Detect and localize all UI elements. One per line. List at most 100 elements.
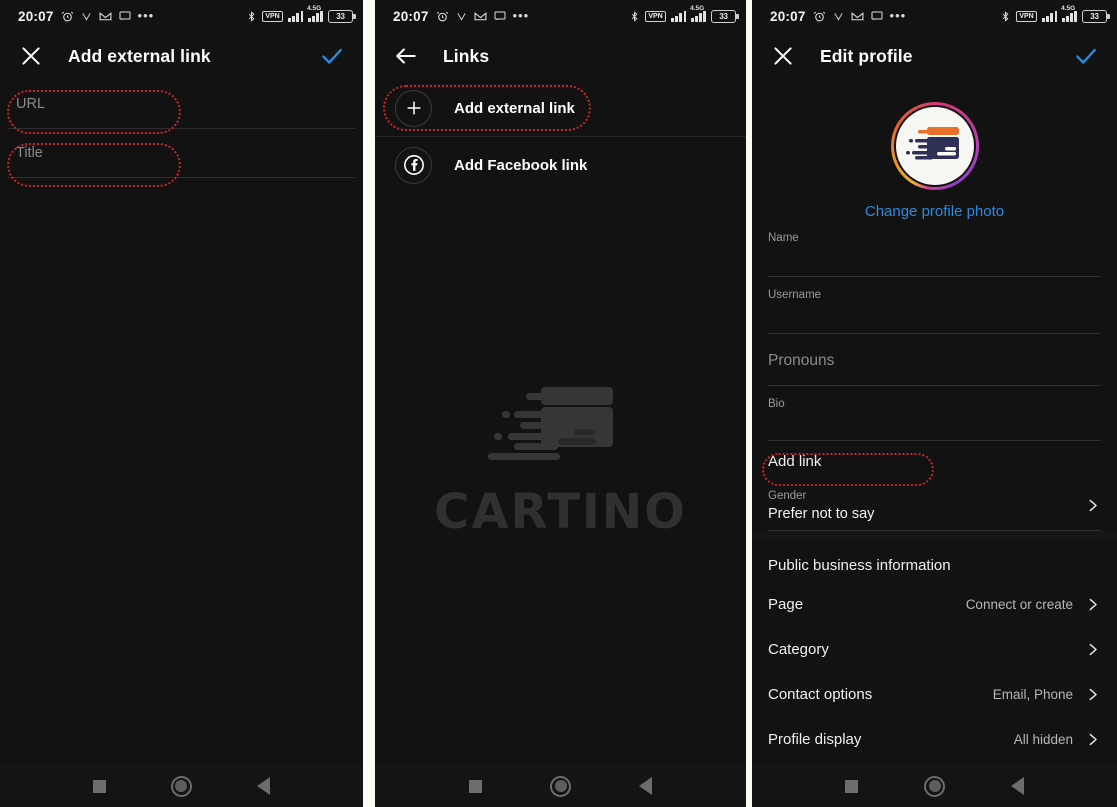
cartino-logo-icon <box>487 387 613 460</box>
gender-row-value: Prefer not to say <box>768 505 875 522</box>
name-field-value <box>768 246 1101 266</box>
title-field[interactable]: Title <box>8 129 355 178</box>
signal-bars-icon <box>1042 10 1058 22</box>
contact-options-row-label: Contact options <box>768 686 873 703</box>
gmail-icon <box>851 10 864 23</box>
page-row-label: Page <box>768 596 804 613</box>
add-facebook-link-row[interactable]: Add Facebook link <box>375 137 746 193</box>
name-field-label: Name <box>768 232 799 244</box>
triangle-back-icon[interactable] <box>1011 777 1024 795</box>
pronouns-field-placeholder: Pronouns <box>768 351 835 369</box>
alarm-icon <box>813 10 826 23</box>
signal-bars-4g-icon: 4.5G <box>1061 5 1077 22</box>
url-field[interactable]: URL <box>8 80 355 129</box>
chevron-right-icon <box>1084 731 1101 748</box>
cartino-watermark: CARTINO <box>375 385 746 540</box>
bluetooth-icon <box>1000 10 1011 23</box>
status-bar: 20:07 ••• VPN 4.5G 33 <box>0 0 363 32</box>
profile-display-row-value: All hidden <box>1013 732 1073 747</box>
add-link-label: Add link <box>768 452 822 470</box>
circle-home-icon[interactable] <box>924 775 945 797</box>
category-row-label: Category <box>768 641 829 658</box>
message-icon <box>119 10 131 22</box>
contact-options-row-value: Email, Phone <box>992 687 1073 702</box>
status-bar-right: VPN 4.5G 33 <box>246 5 356 23</box>
bluetooth-icon <box>629 10 640 23</box>
signal-bars-4g-icon: 4.5G <box>307 5 323 22</box>
change-profile-photo-button[interactable]: Change profile photo <box>865 203 1004 220</box>
circle-home-icon[interactable] <box>170 775 192 797</box>
page-title: Edit profile <box>820 45 913 66</box>
category-row[interactable]: Category <box>768 627 1101 672</box>
network-type-label: 4.5G <box>1061 5 1076 12</box>
app-bar-edit-profile: Edit profile <box>752 32 1117 80</box>
v-icon <box>833 11 844 22</box>
status-bar-right: VPN 4.5G 33 <box>629 5 739 23</box>
screenshot-stage: 20:07 ••• VPN 4.5G 33 Add external link … <box>0 0 1117 807</box>
message-icon <box>871 10 883 22</box>
triangle-back-icon[interactable] <box>639 777 652 795</box>
plus-icon <box>395 89 432 127</box>
status-time: 20:07 <box>393 8 429 24</box>
overflow-dots-icon: ••• <box>512 8 530 23</box>
android-navbar <box>375 765 746 807</box>
contact-options-row[interactable]: Contact options Email, Phone <box>768 672 1101 717</box>
vpn-icon: VPN <box>1015 10 1038 22</box>
url-field-placeholder: URL <box>16 96 46 112</box>
square-recents-icon[interactable] <box>92 779 106 793</box>
name-field[interactable]: Name <box>768 220 1101 277</box>
gmail-icon <box>474 10 487 23</box>
facebook-icon <box>395 146 432 184</box>
title-field-placeholder: Title <box>16 145 43 161</box>
gender-row-label: Gender <box>768 489 807 502</box>
android-navbar <box>0 765 363 807</box>
bluetooth-icon <box>246 10 257 23</box>
phone-panel-links: 20:07 ••• VPN 4.5G 33 Links Add external… <box>375 0 746 807</box>
square-recents-icon[interactable] <box>469 779 482 793</box>
square-recents-icon[interactable] <box>845 779 858 793</box>
gender-row[interactable]: Gender Prefer not to say <box>768 481 1101 531</box>
status-bar-right: VPN 4.5G 33 <box>1000 5 1110 23</box>
add-link-row[interactable]: Add link <box>768 441 1101 481</box>
alarm-icon <box>61 10 74 23</box>
close-icon[interactable] <box>18 43 44 69</box>
pronouns-field[interactable]: Pronouns <box>768 334 1101 386</box>
triangle-back-icon[interactable] <box>257 777 271 795</box>
status-time: 20:07 <box>770 8 806 24</box>
app-bar-add-external-link: Add external link <box>0 32 363 80</box>
status-bar-left: 20:07 ••• <box>393 9 529 24</box>
check-icon[interactable] <box>319 43 345 69</box>
profile-display-row[interactable]: Profile display All hidden <box>768 717 1101 762</box>
username-field-label: Username <box>768 289 822 301</box>
arrow-left-icon[interactable] <box>393 43 419 69</box>
public-business-information-heading: Public business information <box>768 557 951 574</box>
close-icon[interactable] <box>770 43 796 69</box>
battery-icon: 33 <box>328 9 356 23</box>
username-field[interactable]: Username <box>768 277 1101 334</box>
avatar[interactable] <box>890 102 979 190</box>
status-bar: 20:07 ••• VPN 4.5G 33 <box>375 0 746 32</box>
add-external-link-row[interactable]: Add external link <box>375 80 746 136</box>
page-title: Links <box>443 45 490 66</box>
check-icon[interactable] <box>1073 43 1099 69</box>
network-type-label: 4.5G <box>307 5 322 12</box>
vpn-icon: VPN <box>261 10 284 22</box>
signal-bars-icon <box>671 10 687 22</box>
status-bar-left: 20:07 ••• <box>770 9 906 24</box>
page-row[interactable]: Page Connect or create <box>768 582 1101 627</box>
avatar-image <box>895 107 974 185</box>
profile-display-row-label: Profile display <box>768 731 862 748</box>
chevron-right-icon <box>1084 497 1101 514</box>
bio-field[interactable]: Bio <box>768 386 1101 441</box>
page-row-value: Connect or create <box>965 597 1073 612</box>
overflow-dots-icon: ••• <box>889 8 907 23</box>
bio-field-value <box>768 412 1101 432</box>
circle-home-icon[interactable] <box>550 775 571 797</box>
chevron-right-icon <box>1084 641 1101 658</box>
bio-field-label: Bio <box>768 398 785 410</box>
network-type-label: 4.5G <box>690 5 705 12</box>
cartino-avatar-logo-icon <box>905 127 959 160</box>
status-bar: 20:07 ••• VPN 4.5G 33 <box>752 0 1117 32</box>
alarm-icon <box>436 10 449 23</box>
gmail-icon <box>99 10 112 23</box>
